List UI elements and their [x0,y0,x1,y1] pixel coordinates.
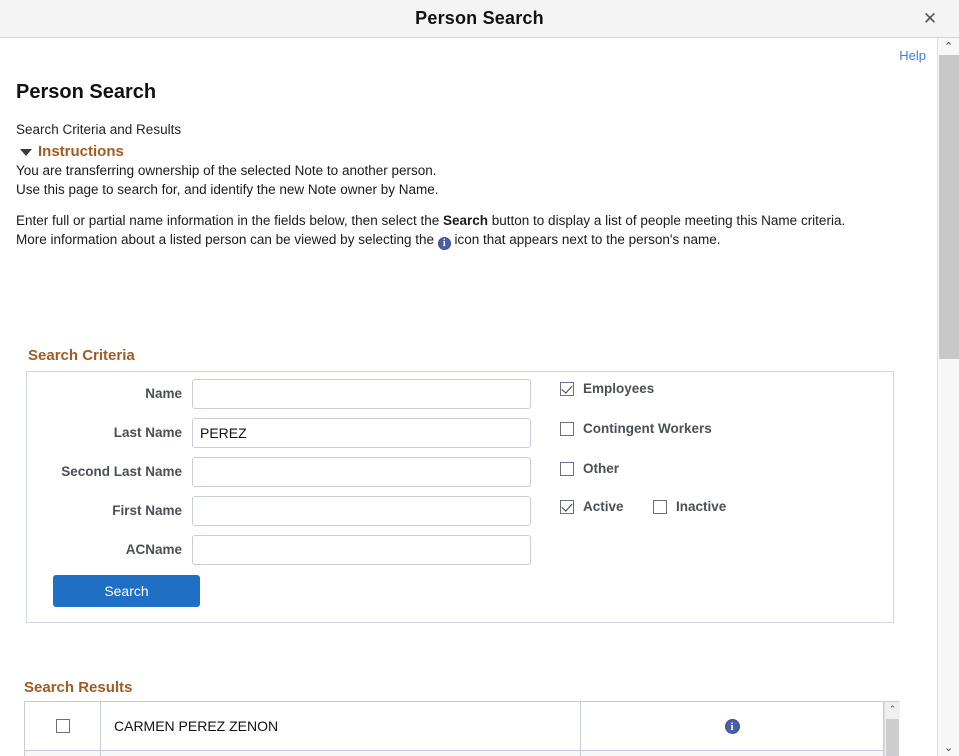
table-cell-select [25,751,101,756]
table-row[interactable]: CARMEN PEREZ ZENON i [25,702,883,751]
scroll-down-icon[interactable]: ⌄ [938,739,959,756]
info-icon[interactable]: i [725,719,740,734]
scroll-up-icon[interactable]: ⌃ [938,38,959,55]
instructions-paragraph-3: More information about a listed person c… [16,231,886,250]
checkbox-label-inactive: Inactive [676,499,726,514]
page-title: Person Search [16,81,156,104]
search-input-first-name[interactable] [192,496,531,526]
table-cell-info: i [581,751,883,756]
checkbox-label-other: Other [583,461,619,476]
checkbox-label-contingent-workers: Contingent Workers [583,421,712,436]
search-input-last-name[interactable] [192,418,531,448]
field-row-second-last-name: Second Last Name [27,457,537,487]
close-icon[interactable]: ✕ [919,8,941,30]
search-criteria-panel: Name Last Name Second Last Name First Na… [26,371,894,623]
instructions-p2-after: button to display a list of people meeti… [488,213,845,228]
search-input-second-last-name[interactable] [192,457,531,487]
checkbox-row-other[interactable]: Other [560,461,619,476]
search-results-heading: Search Results [24,679,132,696]
instructions-p3-after: icon that appears next to the person's n… [451,232,721,247]
table-cell-info: i [581,702,883,750]
search-criteria-heading: Search Criteria [28,347,135,364]
info-icon: i [438,237,451,250]
search-results-grid: CARMEN PEREZ ZENON i GERARDO PEREZ SIMON… [24,701,884,756]
checkbox-row-employees[interactable]: Employees [560,381,654,396]
table-cell-name: CARMEN PEREZ ZENON [101,702,581,750]
search-input-name[interactable] [192,379,531,409]
modal-title-bar: Person Search ✕ [0,0,959,38]
checkbox-row-inactive[interactable]: Inactive [653,499,726,514]
label-first-name: First Name [27,496,182,526]
help-link[interactable]: Help [899,48,926,63]
page-subtitle: Search Criteria and Results [16,122,181,137]
row-select-checkbox[interactable] [56,719,70,733]
modal-title: Person Search [0,0,959,37]
results-scrollbar-thumb[interactable] [886,719,899,756]
checkbox-inactive[interactable] [653,500,667,514]
page-scrollbar-thumb[interactable] [939,55,959,359]
instructions-spacer [16,199,886,212]
checkbox-row-contingent-workers[interactable]: Contingent Workers [560,421,712,436]
chevron-down-icon [20,149,32,156]
field-row-last-name: Last Name [27,418,537,448]
label-second-last-name: Second Last Name [27,457,182,487]
field-row-acname: ACName [27,535,537,565]
table-cell-name: GERARDO PEREZ SIMON [101,751,581,756]
page-scrollbar[interactable]: ⌃ ⌄ [937,38,959,756]
checkbox-contingent-workers[interactable] [560,422,574,436]
checkbox-label-employees: Employees [583,381,654,396]
search-button[interactable]: Search [53,575,200,607]
scroll-up-icon[interactable]: ⌃ [885,702,900,718]
page-content: Help Person Search Search Criteria and R… [0,38,937,756]
table-cell-select [25,702,101,750]
checkbox-other[interactable] [560,462,574,476]
field-row-first-name: First Name [27,496,537,526]
label-last-name: Last Name [27,418,182,448]
instructions-toggle[interactable]: Instructions [20,143,124,160]
search-input-acname[interactable] [192,535,531,565]
checkbox-row-active[interactable]: Active [560,499,624,514]
label-acname: ACName [27,535,182,565]
field-row-name: Name [27,379,537,409]
checkbox-label-active: Active [583,499,624,514]
instructions-line-2: Use this page to search for, and identif… [16,181,886,200]
checkbox-employees[interactable] [560,382,574,396]
instructions-line-1: You are transferring ownership of the se… [16,162,886,181]
results-scrollbar[interactable]: ⌃ [884,701,899,756]
instructions-p2-before: Enter full or partial name information i… [16,213,443,228]
table-row[interactable]: GERARDO PEREZ SIMON i [25,751,883,756]
instructions-label: Instructions [38,143,124,160]
checkbox-active[interactable] [560,500,574,514]
label-name: Name [27,379,182,409]
instructions-body: You are transferring ownership of the se… [16,162,886,250]
instructions-paragraph-2: Enter full or partial name information i… [16,212,886,231]
instructions-p2-bold: Search [443,213,488,228]
instructions-p3-before: More information about a listed person c… [16,232,438,247]
